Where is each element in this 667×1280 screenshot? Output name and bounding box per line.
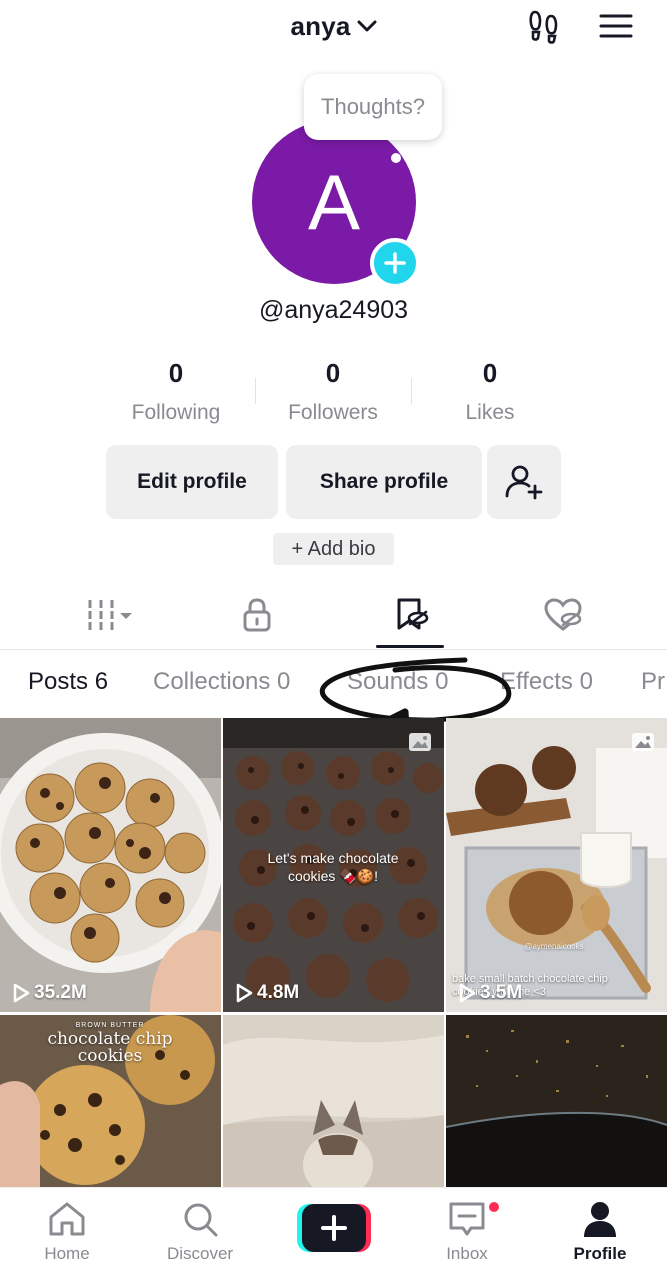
footprints-icon[interactable] (522, 4, 566, 48)
video-tile[interactable] (446, 1015, 667, 1187)
view-count: 35.2M (12, 982, 87, 1004)
notification-badge (487, 1200, 501, 1214)
view-count-text: 35.2M (34, 982, 87, 1003)
avatar-letter: A (307, 157, 361, 246)
stat-value: 0 (325, 358, 341, 388)
add-friend-button[interactable] (487, 445, 561, 519)
grid-filter-icon (88, 600, 132, 630)
video-caption: Let's make chocolate cookies 🍫🍪! (267, 850, 399, 884)
cookie-plate-image (0, 718, 221, 1012)
video-tile[interactable]: 35.2M (0, 718, 221, 1012)
profile-handle: @anya24903 (258, 296, 409, 324)
video-tile[interactable]: BROWN BUTTER chocolate chip cookies (0, 1015, 221, 1187)
chevron-down-icon (357, 20, 377, 32)
account-name: anya (290, 10, 351, 41)
view-count-text: 3.5M (480, 982, 523, 1003)
subtab-more[interactable]: Pr (641, 668, 665, 696)
edit-profile-button[interactable]: Edit profile (106, 445, 278, 519)
video-caption: chocolate chip cookies (47, 1029, 173, 1066)
lock-icon (243, 598, 271, 632)
play-icon (459, 983, 476, 1003)
search-icon (184, 1203, 218, 1237)
play-icon (236, 983, 253, 1003)
tab-liked[interactable] (535, 592, 591, 638)
thoughts-bubble[interactable]: Thoughts? (304, 74, 442, 140)
subtab-posts[interactable]: Posts 6 (28, 668, 108, 696)
stat-label: Following (131, 401, 221, 424)
create-button[interactable] (297, 1204, 371, 1252)
stat-following[interactable]: 0 Following (96, 358, 256, 425)
stat-label: Likes (465, 401, 515, 424)
cookie-milk-image (446, 718, 667, 1012)
tab-favorites[interactable] (383, 592, 439, 638)
subtab-collections[interactable]: Collections 0 (153, 668, 290, 696)
nav-home[interactable]: Home (22, 1200, 112, 1264)
kitten-image (223, 1015, 444, 1187)
tab-private[interactable] (229, 592, 285, 638)
heart-hidden-icon (544, 598, 582, 631)
video-tile[interactable]: @aymenaicooks bake small batch chocolate… (446, 718, 667, 1012)
profile-icon (584, 1202, 616, 1237)
bookmark-hidden-icon (397, 598, 429, 630)
share-profile-button[interactable]: Share profile (286, 445, 482, 519)
stat-value: 0 (168, 358, 184, 388)
nav-profile[interactable]: Profile (555, 1200, 645, 1264)
bubble-tail (391, 153, 401, 163)
photo-icon (632, 733, 654, 751)
play-icon (13, 983, 30, 1003)
add-bio-button[interactable]: + Add bio (273, 533, 394, 565)
tab-videos[interactable] (80, 592, 136, 638)
stat-followers[interactable]: 0 Followers (253, 358, 413, 425)
thoughts-text: Thoughts? (321, 94, 425, 119)
view-count: 3.5M (458, 982, 522, 1004)
nav-label: Profile (573, 1244, 627, 1263)
view-count: 4.8M (235, 982, 299, 1004)
add-user-icon (505, 465, 543, 500)
active-tab-indicator (376, 645, 444, 648)
menu-icon[interactable] (594, 4, 638, 48)
nav-label: Home (44, 1244, 90, 1263)
account-switcher[interactable]: anya (0, 8, 667, 44)
nav-label: Inbox (446, 1244, 488, 1263)
video-watermark: @aymenaicooks (524, 942, 584, 951)
video-tile[interactable]: Let's make chocolate cookies 🍫🍪! 4.8M (223, 718, 444, 1012)
video-tile[interactable] (223, 1015, 444, 1187)
create-plus-icon (297, 1204, 371, 1252)
nav-discover[interactable]: Discover (155, 1200, 245, 1264)
plus-icon (384, 252, 406, 274)
stat-likes[interactable]: 0 Likes (410, 358, 570, 425)
city-night-image (446, 1015, 667, 1187)
stat-value: 0 (482, 358, 498, 388)
add-avatar-button[interactable] (370, 238, 420, 288)
home-icon (49, 1202, 85, 1236)
photo-icon (409, 733, 431, 751)
stat-label: Followers (288, 401, 378, 424)
inbox-icon (449, 1202, 485, 1236)
view-count-text: 4.8M (257, 982, 300, 1003)
nav-label: Discover (166, 1244, 234, 1263)
